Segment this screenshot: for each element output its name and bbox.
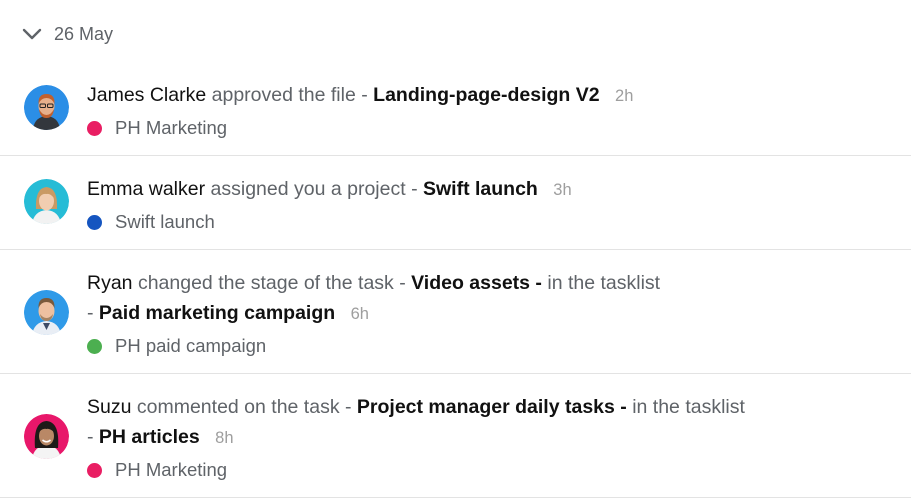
activity-target-link[interactable]: Project manager daily tasks - (357, 396, 627, 418)
activity-text: Emma walker assigned you a project - Swi… (87, 174, 891, 204)
date-label: 26 May (54, 23, 114, 44)
activity-time: 8h (215, 429, 234, 447)
activity-text: Suzu commented on the task - Project man… (87, 392, 891, 422)
date-group-toggle[interactable]: 26 May (22, 20, 113, 48)
actor-name[interactable]: Suzu (87, 396, 131, 418)
activity-time: 6h (350, 305, 369, 323)
actor-name[interactable]: James Clarke (87, 84, 206, 106)
project-color-dot (87, 338, 102, 354)
list-prefix: - (87, 302, 94, 324)
project-name: PH paid campaign (115, 335, 267, 356)
activity-time: 3h (553, 181, 572, 199)
avatar[interactable] (24, 85, 69, 130)
project-name: PH Marketing (115, 117, 228, 138)
activity-text: Ryan changed the stage of the task - Vid… (87, 268, 891, 298)
activity-action: commented on the task - (136, 396, 352, 418)
project-color-dot (87, 462, 102, 478)
chevron-down-icon (22, 27, 42, 41)
list-prefix: - (87, 426, 94, 448)
actor-name[interactable]: Emma walker (87, 178, 205, 200)
project-name: Swift launch (115, 211, 215, 232)
activity-action: approved the file - (211, 84, 368, 106)
project-tag[interactable]: PH Marketing (87, 455, 891, 485)
activity-item: Emma walker assigned you a project - Swi… (0, 156, 911, 250)
project-tag[interactable]: PH Marketing (87, 113, 891, 143)
activity-feed: James Clarke approved the file - Landing… (0, 62, 911, 498)
project-name: PH Marketing (115, 459, 228, 480)
activity-suffix: in the tasklist (547, 272, 661, 294)
activity-target-link[interactable]: Landing-page-design V2 (373, 84, 599, 106)
activity-suffix: in the tasklist (632, 396, 745, 418)
activity-text-continued: - PH articles 8h (87, 422, 891, 452)
activity-text: James Clarke approved the file - Landing… (87, 80, 891, 110)
activity-item: Suzu commented on the task - Project man… (0, 374, 911, 498)
project-tag[interactable]: PH paid campaign (87, 331, 891, 361)
actor-name[interactable]: Ryan (87, 272, 133, 294)
tasklist-link[interactable]: PH articles (99, 426, 200, 448)
activity-time: 2h (615, 87, 634, 105)
activity-item: Ryan changed the stage of the task - Vid… (0, 250, 911, 374)
activity-target-link[interactable]: Swift launch (423, 178, 538, 200)
avatar[interactable] (24, 414, 69, 459)
activity-text-continued: - Paid marketing campaign 6h (87, 298, 891, 328)
activity-action: assigned you a project - (210, 178, 418, 200)
activity-item: James Clarke approved the file - Landing… (0, 62, 911, 156)
project-color-dot (87, 214, 102, 230)
activity-action: changed the stage of the task - (137, 272, 406, 294)
avatar[interactable] (24, 179, 69, 224)
tasklist-link[interactable]: Paid marketing campaign (99, 302, 335, 324)
project-tag[interactable]: Swift launch (87, 207, 891, 237)
activity-target-link[interactable]: Video assets - (411, 272, 542, 294)
avatar[interactable] (24, 290, 69, 335)
project-color-dot (87, 120, 102, 136)
